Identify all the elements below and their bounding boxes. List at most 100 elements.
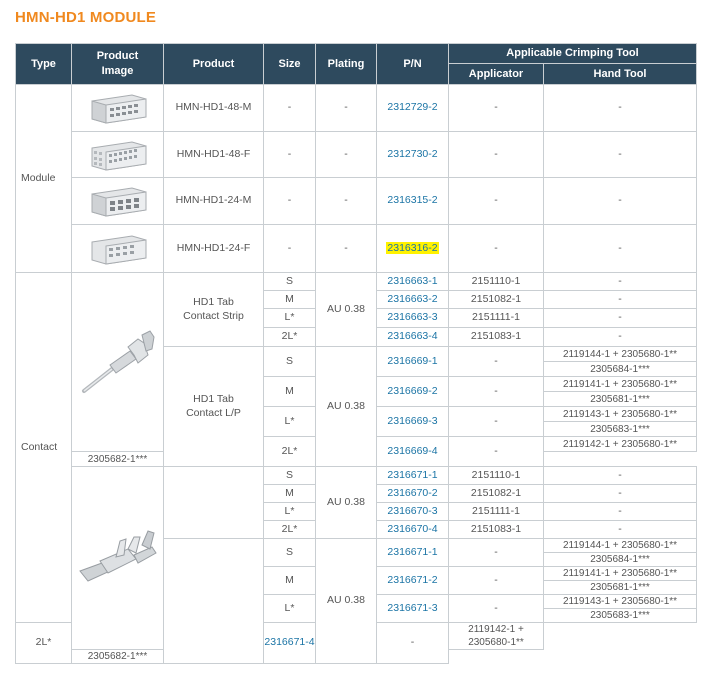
product-name: HMN-HD1-48-M — [163, 84, 264, 132]
applicator-value: - — [448, 436, 544, 467]
module-female-connector-image — [91, 140, 146, 171]
hand-tool-value: 2305683-1*** — [542, 608, 698, 623]
type-contact: Contact — [15, 272, 72, 623]
hand-tool-value: - — [542, 177, 698, 225]
plating-value: - — [315, 84, 377, 132]
product-name: HMN-HD1-48-F — [163, 131, 264, 178]
plating-value: - — [315, 224, 377, 273]
hand-tool-value: - — [542, 290, 698, 309]
part-number-link[interactable]: 2316669-3 — [376, 406, 449, 437]
applicator-value: 2151111-1 — [448, 502, 544, 521]
header-product-image-line2: Image — [101, 65, 134, 77]
hand-tool-value: - — [542, 520, 698, 539]
hand-tool-value: - — [542, 272, 698, 291]
part-number-link[interactable]: 2316670-4 — [376, 520, 449, 539]
part-number-link[interactable]: 2316663-2 — [376, 290, 449, 309]
hand-tool-value: 2305683-1*** — [542, 421, 698, 437]
size-value: 2L* — [263, 520, 316, 539]
applicator-value: 2151110-1 — [448, 272, 544, 291]
hand-tool-value: 2119141-1 + 2305680-1** — [542, 566, 698, 581]
hand-tool-value: 2305684-1*** — [542, 361, 698, 377]
part-number-link[interactable]: 2316670-3 — [376, 502, 449, 521]
module-image-cell — [71, 177, 164, 225]
applicator-value: 2151110-1 — [448, 466, 544, 485]
size-value: 2L* — [263, 327, 316, 347]
module-male-connector-image — [91, 187, 146, 217]
header-product: Product — [163, 43, 264, 85]
header-product-image: Product Image — [71, 43, 164, 85]
header-product-image-line1: Product — [96, 50, 139, 63]
header-type: Type — [15, 43, 72, 85]
hand-tool-value: - — [542, 466, 698, 485]
part-number-link[interactable]: 2316670-2 — [376, 484, 449, 503]
hand-tool-value: 2119144-1 + 2305680-1** — [542, 346, 698, 362]
plating-value: - — [315, 131, 377, 178]
hand-tool-value: - — [542, 224, 698, 273]
applicator-value: - — [448, 594, 544, 623]
size-value: - — [263, 84, 316, 132]
hand-tool-value: - — [542, 84, 698, 132]
applicator-value: 2151082-1 — [448, 290, 544, 309]
part-number-link[interactable]: 2316671-1 — [376, 538, 449, 567]
tab-contact-image — [81, 330, 155, 393]
type-module: Module — [15, 84, 72, 273]
product-line: HD1 Tab — [193, 392, 234, 405]
size-value: L* — [263, 406, 316, 437]
part-number-link[interactable]: 2316671-2 — [376, 566, 449, 595]
size-value: M — [263, 376, 316, 407]
hand-tool-value: - — [542, 327, 698, 347]
part-number-link[interactable]: 2312730-2 — [376, 131, 449, 178]
receptacle-contact-image-cell — [71, 466, 164, 650]
receptacle-contact-image — [78, 530, 157, 582]
highlighted-part-number[interactable]: 2316316-2 — [386, 241, 439, 254]
header-applicable-crimping-tool: Applicable Crimping Tool — [447, 43, 698, 64]
applicator-value: 2151083-1 — [448, 327, 544, 347]
hand-tool-value: - — [542, 131, 698, 178]
module-male-connector-image — [91, 94, 146, 124]
product-receptacle-strip — [163, 466, 264, 539]
product-tab-contact-strip: HD1 Tab Contact Strip — [163, 272, 264, 347]
part-number-link[interactable]: 2312729-2 — [376, 84, 449, 132]
size-value: S — [263, 272, 316, 291]
applicator-value: - — [448, 224, 544, 273]
product-line: Contact Strip — [183, 309, 244, 322]
part-number-link[interactable]: 2316669-2 — [376, 376, 449, 407]
hand-tool-value: 2305684-1*** — [542, 552, 698, 567]
size-value: - — [263, 224, 316, 273]
part-number-link[interactable]: 2316671-4 — [263, 622, 316, 664]
part-number-link[interactable]: 2316669-4 — [376, 436, 449, 467]
hand-tool-value: 2119141-1 + 2305680-1** — [542, 376, 698, 392]
header-applicator: Applicator — [448, 63, 544, 85]
part-number-link[interactable]: 2316316-2 — [376, 224, 449, 273]
plating-value: AU 0.38 — [315, 466, 377, 539]
hand-tool-value: 2119143-1 + 2305680-1** — [542, 594, 698, 609]
part-number-link[interactable]: 2316663-4 — [376, 327, 449, 347]
module-image-cell — [71, 131, 164, 178]
size-value: - — [263, 177, 316, 225]
product-line: Contact L/P — [186, 406, 241, 419]
part-number-link[interactable]: 2316663-3 — [376, 308, 449, 328]
module-image-cell — [71, 224, 164, 273]
header-pn: P/N — [376, 43, 449, 85]
hand-tool-value: 2305682-1*** — [71, 649, 164, 664]
applicator-value: - — [448, 177, 544, 225]
header-hand-tool: Hand Tool — [542, 63, 698, 85]
part-number-link[interactable]: 2316663-1 — [376, 272, 449, 291]
applicator-value: 2151083-1 — [448, 520, 544, 539]
header-size: Size — [263, 43, 316, 85]
applicator-value: - — [448, 346, 544, 377]
hand-tool-value: 2119142-1 + 2305680-1** — [542, 436, 698, 452]
size-value: S — [263, 538, 316, 567]
page-title: HMN-HD1 MODULE — [15, 9, 157, 26]
part-number-link[interactable]: 2316671-1 — [376, 466, 449, 485]
product-tab-contact-lp: HD1 Tab Contact L/P — [163, 346, 264, 467]
part-number-link[interactable]: 2316315-2 — [376, 177, 449, 225]
part-number-link[interactable]: 2316669-1 — [376, 346, 449, 377]
size-value: - — [263, 131, 316, 178]
hand-tool-value: 2119144-1 + 2305680-1** — [542, 538, 698, 553]
size-value: M — [263, 290, 316, 309]
applicator-value: - — [448, 566, 544, 595]
hand-tool-value: 2305681-1*** — [542, 391, 698, 407]
part-number-link[interactable]: 2316671-3 — [376, 594, 449, 623]
hand-tool-value: - — [542, 484, 698, 503]
